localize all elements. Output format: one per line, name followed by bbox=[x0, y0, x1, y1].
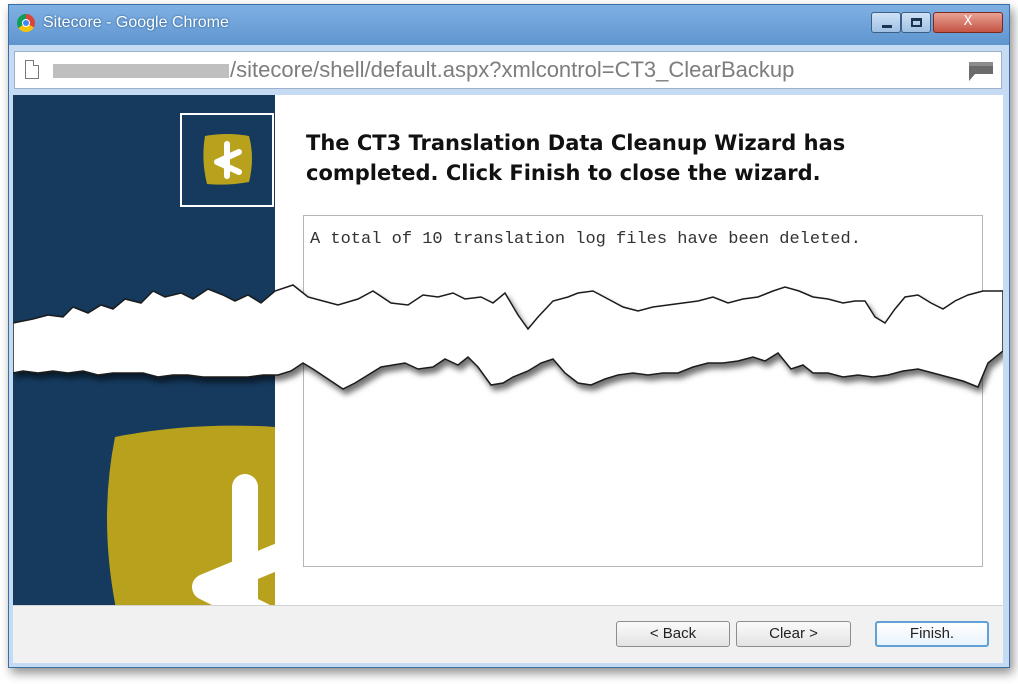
maximize-icon bbox=[911, 18, 922, 27]
finish-button[interactable]: Finish. bbox=[875, 621, 989, 647]
address-bar[interactable]: /sitecore/shell/default.aspx?xmlcontrol=… bbox=[14, 51, 1002, 89]
clear-button[interactable]: Clear > bbox=[736, 621, 851, 647]
url-path[interactable]: /sitecore/shell/default.aspx?xmlcontrol=… bbox=[230, 57, 794, 83]
minimize-icon bbox=[882, 25, 892, 28]
close-icon: X bbox=[963, 14, 973, 29]
chrome-icon bbox=[17, 14, 35, 32]
torn-edge-divider bbox=[13, 284, 1003, 390]
wizard-footer: < Back Clear > Finish. bbox=[13, 605, 1003, 663]
flag-icon[interactable] bbox=[965, 60, 997, 82]
window-title: Sitecore - Google Chrome bbox=[43, 14, 229, 31]
maximize-button[interactable] bbox=[901, 12, 931, 33]
sitecore-logo-icon bbox=[203, 134, 252, 185]
large-logo-icon bbox=[107, 425, 275, 605]
browser-window: Sitecore - Google Chrome X /sitecore/she… bbox=[8, 4, 1010, 668]
redacted-host bbox=[53, 64, 229, 78]
wizard-heading: The CT3 Translation Data Cleanup Wizard … bbox=[306, 131, 846, 185]
logo-frame bbox=[180, 113, 274, 207]
result-message: A total of 10 translation log files have… bbox=[310, 230, 861, 249]
back-button[interactable]: < Back bbox=[616, 621, 730, 647]
minimize-button[interactable] bbox=[871, 12, 901, 33]
title-bar[interactable]: Sitecore - Google Chrome X bbox=[9, 5, 1009, 45]
wizard-content: The CT3 Translation Data Cleanup Wizard … bbox=[13, 95, 1003, 605]
page-icon bbox=[25, 60, 39, 79]
close-button[interactable]: X bbox=[933, 12, 1003, 33]
